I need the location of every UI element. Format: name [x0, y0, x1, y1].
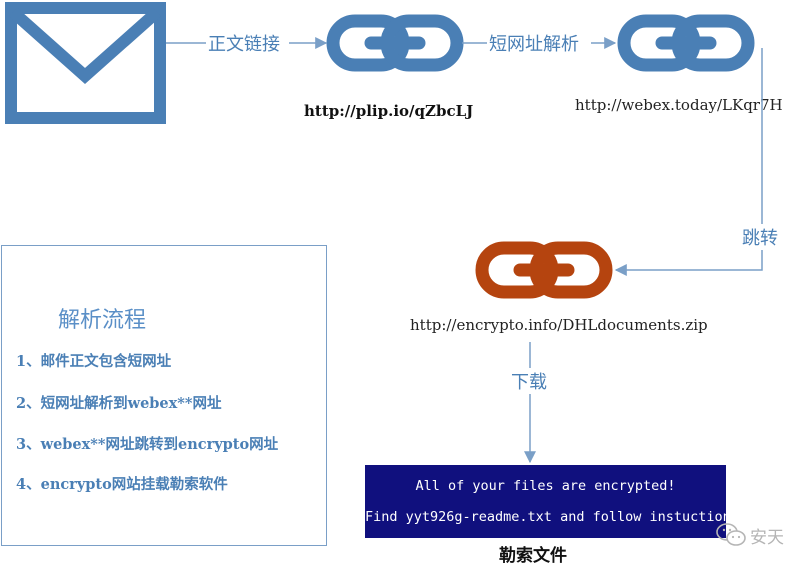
process-step: 2、短网址解析到webex**网址 — [16, 395, 222, 412]
wechat-icon — [716, 523, 746, 546]
watermark: 安天 — [716, 521, 784, 549]
ransom-caption: 勒索文件 — [499, 546, 567, 566]
process-step: 4、encrypto网站挂载勒索软件 — [16, 476, 228, 493]
envelope-icon — [5, 2, 166, 124]
process-title: 解析流程 — [58, 308, 147, 333]
edge-label-short-resolve: 短网址解析 — [489, 34, 579, 55]
chain-link-icon — [482, 248, 606, 292]
ransom-line-1: All of your files are encrypted! — [415, 478, 676, 494]
process-box: 解析流程 1、邮件正文包含短网址 2、短网址解析到webex**网址 3、web… — [1, 245, 327, 546]
chain-link-icon — [333, 21, 457, 65]
chain-link-icon — [624, 21, 748, 65]
edge-label-redirect: 跳转 — [742, 228, 778, 249]
ransom-screen: All of your files are encrypted! Find yy… — [365, 465, 739, 538]
edge-label-download: 下载 — [511, 372, 547, 393]
url-encrypto: http://encrypto.info/DHLdocuments.zip — [410, 316, 708, 334]
watermark-text: 安天 — [750, 527, 784, 548]
process-step: 1、邮件正文包含短网址 — [16, 353, 172, 370]
process-step: 3、webex**网址跳转到encrypto网址 — [16, 436, 279, 453]
url-short: http://plip.io/qZbcLJ — [304, 102, 473, 120]
url-webex: http://webex.today/LKqr7H — [575, 96, 783, 114]
edge-label-body-link: 正文链接 — [208, 34, 280, 55]
ransom-line-2: Find yyt926g-readme.txt and follow instu… — [365, 509, 739, 525]
